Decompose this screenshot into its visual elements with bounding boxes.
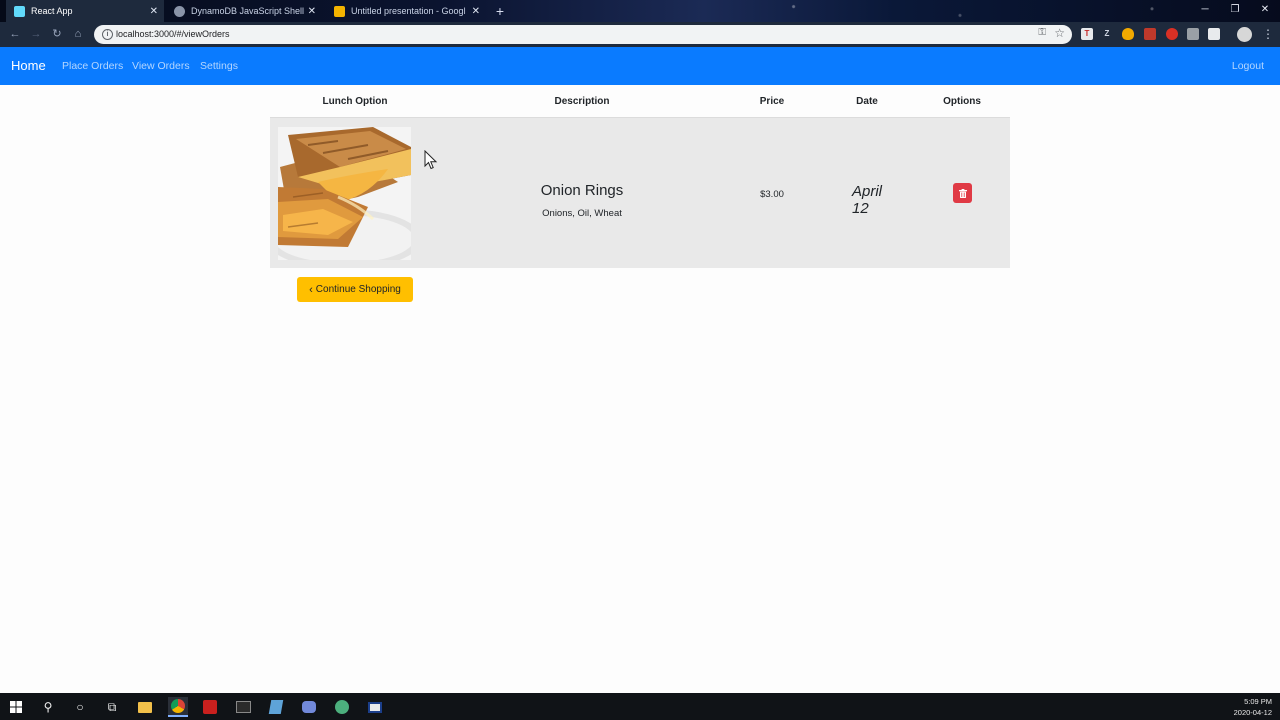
profile-avatar[interactable] <box>1237 27 1252 42</box>
close-icon[interactable]: ✕ <box>472 6 480 17</box>
nav-view-orders[interactable]: View Orders <box>132 47 190 85</box>
table-row: Onion Rings Onions, Oil, Wheat $3.00 Apr… <box>270 117 1010 268</box>
header-lunch-option: Lunch Option <box>322 96 388 107</box>
url-text: localhost:3000/#/viewOrders <box>116 29 230 39</box>
star-icon[interactable]: ☆ <box>1054 26 1065 40</box>
key-icon[interactable]: ⚿ <box>1038 27 1046 38</box>
file-explorer-icon[interactable] <box>135 697 155 717</box>
clock-date: 2020-04-12 <box>1233 708 1272 717</box>
address-bar[interactable]: i localhost:3000/#/viewOrders ⚿ ☆ <box>94 25 1072 44</box>
windows-start-icon[interactable] <box>6 697 26 717</box>
terminal-icon[interactable] <box>233 697 253 717</box>
info-icon[interactable]: i <box>102 29 113 40</box>
nav-place-orders[interactable]: Place Orders <box>62 47 123 85</box>
menu-icon[interactable]: ⋮ <box>1262 26 1274 42</box>
trash-icon <box>958 188 967 198</box>
nav-home[interactable]: Home <box>11 47 46 85</box>
extension-t-icon[interactable]: T <box>1081 28 1093 40</box>
lunch-option-image <box>278 127 411 260</box>
extension-screen-icon[interactable] <box>1208 28 1220 40</box>
system-clock[interactable]: 5:09 PM 2020-04-12 <box>1234 696 1272 718</box>
app-navbar: Home Place Orders View Orders Settings L… <box>0 47 1280 85</box>
continue-shopping-label: Continue Shopping <box>315 284 401 295</box>
tab-title: React App <box>31 6 73 16</box>
extension-red-icon[interactable] <box>1144 28 1156 40</box>
clock-time: 5:09 PM <box>1244 697 1272 706</box>
header-price: Price <box>759 96 785 107</box>
forward-icon[interactable]: → <box>29 27 43 41</box>
search-icon[interactable]: ⚲ <box>38 697 58 717</box>
chevron-left-icon: ‹ <box>309 283 313 296</box>
slides-icon <box>334 5 345 17</box>
minimize-button[interactable]: ─ <box>1190 0 1220 22</box>
window-close-button[interactable]: ✕ <box>1250 0 1280 22</box>
notepad-icon[interactable] <box>266 697 286 717</box>
discord-icon[interactable] <box>299 697 319 717</box>
nav-logout[interactable]: Logout <box>1232 47 1264 85</box>
browser-tab-react-app[interactable]: React App ✕ <box>6 0 164 22</box>
browser-tab-slides[interactable]: Untitled presentation - Google S ✕ <box>326 0 486 22</box>
delete-order-button[interactable] <box>953 183 972 203</box>
header-description: Description <box>554 96 610 107</box>
tab-title: DynamoDB JavaScript Shell <box>191 6 305 16</box>
globe-icon[interactable] <box>332 697 352 717</box>
dynamodb-icon <box>174 5 185 17</box>
browser-toolbar: ← → ↻ ⌂ i localhost:3000/#/viewOrders ⚿ … <box>0 22 1280 47</box>
new-tab-button[interactable]: + <box>492 3 508 19</box>
back-icon[interactable]: ← <box>8 27 22 41</box>
chrome-icon[interactable] <box>168 697 188 717</box>
restore-button[interactable]: ❐ <box>1220 0 1250 22</box>
continue-shopping-button[interactable]: ‹ Continue Shopping <box>297 277 413 302</box>
taskbar: ⚲ ○ ⧉ 5:09 PM 2020-04-12 <box>0 693 1280 720</box>
close-icon[interactable]: ✕ <box>150 6 158 17</box>
nav-settings[interactable]: Settings <box>200 47 238 85</box>
extension-lightbulb-icon[interactable] <box>1122 28 1134 40</box>
extension-record-icon[interactable] <box>1166 28 1178 40</box>
extension-puzzle-icon[interactable] <box>1187 28 1199 40</box>
home-icon[interactable]: ⌂ <box>71 27 85 41</box>
mouse-cursor-icon <box>424 149 438 175</box>
cortana-icon[interactable]: ○ <box>70 697 90 717</box>
screen-capture-icon[interactable] <box>365 697 385 717</box>
header-options: Options <box>943 96 981 107</box>
task-view-icon[interactable]: ⧉ <box>102 697 122 717</box>
header-date: Date <box>856 96 878 107</box>
reload-icon[interactable]: ↻ <box>50 27 64 41</box>
react-icon <box>14 5 25 17</box>
tab-title: Untitled presentation - Google S <box>351 6 466 16</box>
acrobat-icon[interactable] <box>200 697 220 717</box>
close-icon[interactable]: ✕ <box>308 6 316 17</box>
browser-tab-strip: React App ✕ DynamoDB JavaScript Shell ✕ … <box>0 0 1280 22</box>
extension-z-icon[interactable]: Z <box>1101 28 1113 40</box>
browser-tab-dynamodb[interactable]: DynamoDB JavaScript Shell ✕ <box>166 0 322 22</box>
